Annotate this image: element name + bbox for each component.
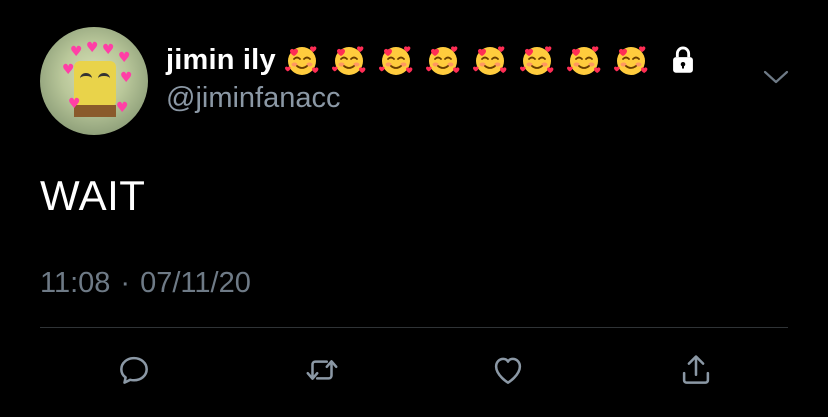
name-emoji-strip (284, 42, 660, 78)
heart-icon: ♥ (86, 40, 99, 56)
like-icon (494, 357, 522, 384)
chevron-down-icon[interactable] (762, 66, 790, 88)
reply-icon (120, 356, 148, 384)
retweet-button[interactable] (302, 350, 342, 390)
name-row: jimin ily (166, 40, 700, 80)
heart-icon: ♥ (70, 44, 83, 60)
heart-icon: ♥ (62, 62, 75, 78)
user-handle[interactable]: @jiminfanacc (166, 82, 341, 115)
smiling-face-with-hearts-icon (566, 46, 601, 75)
tweet-date: 07/11/20 (140, 267, 251, 299)
share-icon (682, 355, 710, 384)
display-name[interactable]: jimin ily (166, 44, 276, 77)
smiling-face-with-hearts-icon (613, 46, 648, 75)
smiling-face-with-hearts-icon (284, 46, 319, 75)
smiling-face-with-hearts-icon (425, 46, 460, 75)
like-button[interactable] (488, 350, 528, 390)
tweet-time: 11:08 (40, 267, 111, 299)
smiling-face-with-hearts-icon (472, 46, 507, 75)
tweet-detail: ♥ ♥ ♥ ♥ ♥ ♥ ♥ ♥ jimin ily @jiminfanacc W… (0, 0, 828, 417)
heart-icon: ♥ (118, 50, 131, 66)
tweet-text: WAIT (40, 172, 146, 219)
avatar-eye (80, 73, 92, 84)
retweet-icon (306, 360, 338, 380)
lock-icon (672, 46, 693, 73)
timestamp-separator: · (120, 267, 131, 299)
smiling-face-with-hearts-icon (519, 46, 554, 75)
reply-button[interactable] (114, 350, 154, 390)
tweet-timestamp[interactable]: 11:08 · 07/11/20 (40, 267, 251, 300)
heart-icon: ♥ (120, 70, 133, 86)
heart-icon: ♥ (116, 100, 129, 116)
smiling-face-with-hearts-icon (378, 46, 413, 75)
share-button[interactable] (676, 350, 716, 390)
smiling-face-with-hearts-icon (331, 46, 366, 75)
avatar-eye (98, 73, 110, 84)
heart-icon: ♥ (68, 96, 81, 112)
avatar[interactable]: ♥ ♥ ♥ ♥ ♥ ♥ ♥ ♥ (40, 27, 148, 135)
divider (40, 327, 788, 328)
heart-icon: ♥ (102, 42, 115, 58)
